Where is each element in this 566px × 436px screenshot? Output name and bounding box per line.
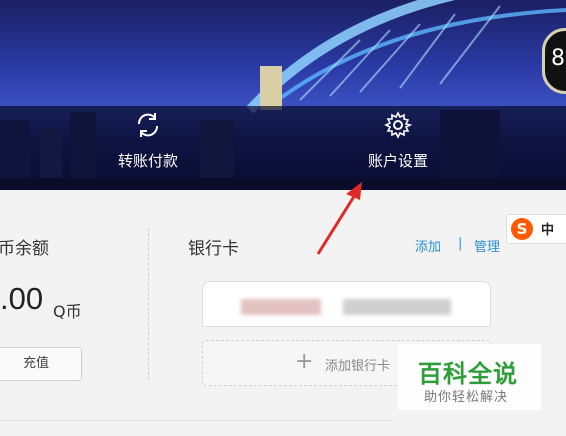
balance-unit: Q币	[53, 302, 82, 321]
ime-mode-label: 中	[541, 223, 555, 238]
card-name-blurred	[343, 299, 451, 315]
nav-transfer-payment[interactable]: 转账付款	[88, 110, 208, 171]
link-separator: |	[458, 236, 463, 251]
bank-card-title: 银行卡	[188, 239, 239, 259]
refresh-icon	[137, 113, 159, 137]
bottom-divider	[0, 420, 392, 421]
gear-icon	[384, 111, 413, 139]
ime-status-bar[interactable]: S 中	[506, 214, 566, 244]
watermark-subtitle: 助你轻松解决	[424, 390, 509, 405]
avatar[interactable]: 8	[542, 28, 566, 94]
balance-title: 币余额	[0, 239, 49, 259]
watermark: 百科全说 助你轻松解决	[398, 344, 541, 410]
sogou-logo-icon: S	[511, 218, 533, 240]
bank-card[interactable]	[202, 281, 491, 327]
balance-amount: .00	[0, 281, 44, 316]
add-bank-link[interactable]: 添加	[415, 236, 441, 255]
plus-icon: +	[295, 349, 314, 374]
manage-bank-link[interactable]: 管理	[474, 236, 500, 255]
nav-transfer-label: 转账付款	[117, 152, 178, 170]
watermark-title: 百科全说	[418, 360, 518, 388]
nav-settings-label: 账户设置	[367, 152, 428, 170]
column-divider	[148, 228, 149, 380]
card-number-blurred	[241, 299, 321, 315]
nav-band	[0, 106, 566, 178]
nav-bottom-band	[0, 178, 566, 190]
add-bank-card-label: 添加银行卡	[325, 359, 391, 374]
nav-account-settings[interactable]: 账户设置	[338, 110, 458, 171]
header-banner: 转账付款 账户设置 8	[0, 0, 566, 190]
recharge-button[interactable]: 充值	[0, 347, 82, 381]
